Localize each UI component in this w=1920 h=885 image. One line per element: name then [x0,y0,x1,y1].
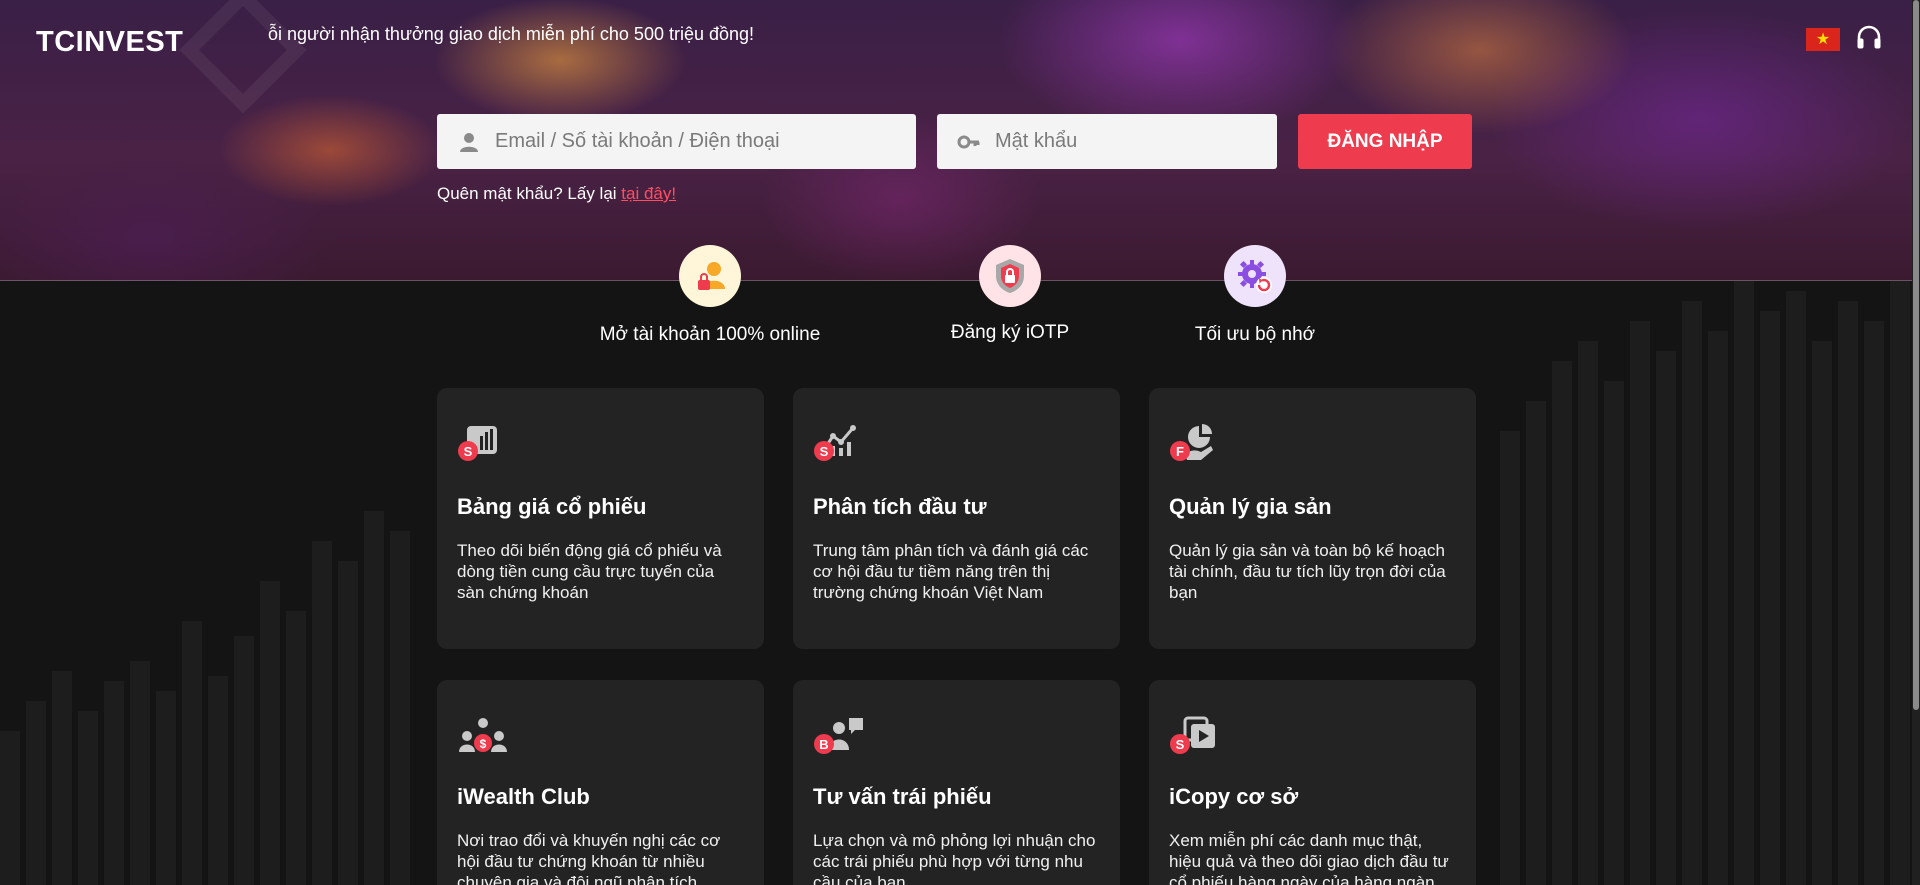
scrollbar-thumb[interactable] [1913,0,1919,710]
bond-advisor-icon: B [814,718,863,754]
wealth-pie-icon: F [1170,424,1213,461]
analysis-chart-icon: S [814,425,856,461]
card-description: Xem miễn phí các danh mục thật, hiệu quả… [1169,831,1449,885]
card-title: iWealth Club [457,784,590,809]
svg-text:F: F [1176,444,1184,459]
vietnam-flag-icon[interactable]: ★ [1806,28,1840,51]
card-price-board[interactable]: S Bảng giá cổ phiếu Theo dõi biến động g… [437,388,764,649]
password-field[interactable] [937,114,1277,169]
svg-text:$: $ [480,737,487,751]
tcinvest-logo[interactable]: TCINVEST [36,26,183,59]
svg-text:S: S [820,444,829,459]
card-title: Phân tích đầu tư [813,494,987,519]
username-input[interactable] [495,130,916,153]
key-icon [957,135,980,148]
logo-diamond-decoration [179,0,307,114]
user-icon [460,132,478,152]
copy-play-icon: S [1170,716,1215,754]
card-description: Lựa chọn và mô phỏng lợi nhuận cho các t… [813,831,1096,885]
card-description: Quản lý gia sản và toàn bộ kế hoạch tài … [1169,541,1446,602]
card-wealth-management[interactable]: F Quản lý gia sản Quản lý gia sản và toà… [1149,388,1476,649]
card-icopy[interactable]: S iCopy cơ sở Xem miễn phí các danh mục … [1149,680,1476,885]
forgot-password-link[interactable]: tại đây! [621,184,676,203]
svg-text:S: S [1176,737,1185,752]
svg-text:S: S [464,444,473,459]
quick-action-optimize-memory[interactable]: Tối ưu bộ nhớ [1105,245,1405,346]
forgot-password-text: Quên mật khẩu? Lấy lại tại đây! [437,184,676,204]
card-iwealth-club[interactable]: $ iWealth Club Nơi trao đổi và khuyến ng… [437,680,764,885]
community-group-icon: $ [459,718,507,752]
svg-text:B: B [819,737,828,752]
card-bond-advisory[interactable]: B Tư vấn trái phiếu Lựa chọn và mô phỏng… [793,680,1120,885]
card-title: iCopy cơ sở [1169,784,1299,809]
quick-action-label: Tối ưu bộ nhớ [1194,324,1316,345]
forgot-password-label: Quên mật khẩu? Lấy lại [437,184,622,203]
password-input[interactable] [995,130,1277,153]
shield-lock-icon [979,245,1041,307]
card-description: Theo dõi biến động giá cổ phiếu và dòng … [457,541,722,602]
card-title: Tư vấn trái phiếu [813,784,992,809]
quick-action-label: Mở tài khoản 100% online [599,324,821,345]
card-investment-analysis[interactable]: S Phân tích đầu tư Trung tâm phân tích v… [793,388,1120,649]
price-board-icon: S [458,426,497,461]
card-title: Bảng giá cổ phiếu [457,494,647,519]
username-field[interactable] [437,114,916,169]
quick-action-open-account[interactable]: Mở tài khoản 100% online [560,245,860,346]
login-button[interactable]: ĐĂNG NHẬP [1298,114,1472,169]
announcement-marquee: ỗi người nhận thưởng giao dịch miễn phí … [268,24,755,44]
user-lock-icon [679,245,741,307]
card-description: Nơi trao đổi và khuyến nghị các cơ hội đ… [457,831,721,885]
gear-refresh-icon [1224,245,1286,307]
card-title: Quản lý gia sản [1169,494,1332,519]
card-description: Trung tâm phân tích và đánh giá các cơ h… [813,541,1089,602]
headset-icon[interactable] [1855,24,1883,52]
